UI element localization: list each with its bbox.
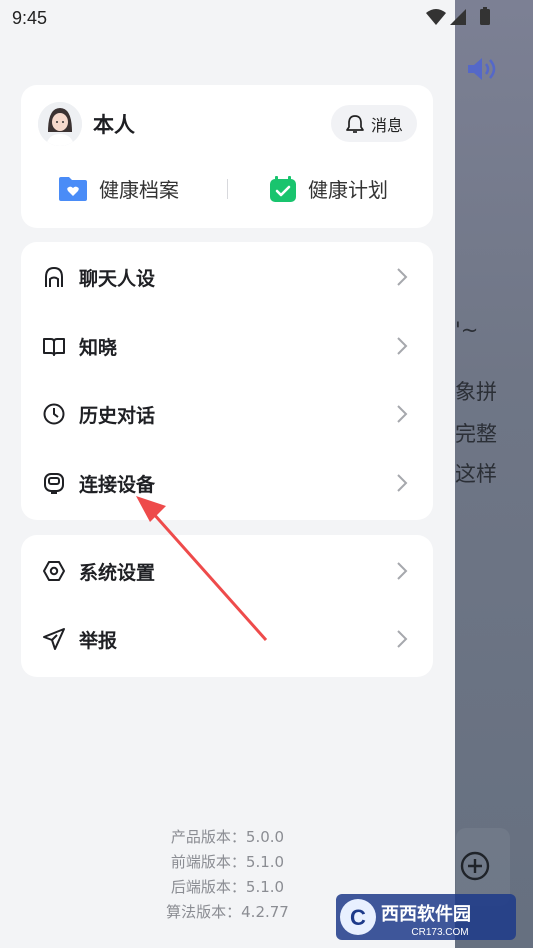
svg-text:西西软件园: 西西软件园: [381, 903, 471, 925]
signal-icon: [450, 9, 466, 25]
profile-card: 本人 消息 健康档案 健康计划: [21, 85, 433, 228]
plus-circle-icon[interactable]: [459, 850, 491, 882]
chevron-right-icon: [397, 474, 408, 492]
status-icons: [426, 7, 490, 25]
wifi-icon: [426, 9, 446, 25]
health-plan-icon: [270, 175, 296, 202]
menu-item-connect-device[interactable]: 连接设备: [21, 453, 433, 513]
svg-text:CR173.COM: CR173.COM: [411, 927, 468, 938]
bell-icon: [346, 114, 364, 133]
status-time: 9:45: [12, 8, 48, 28]
device-icon: [44, 473, 64, 494]
settings-icon: [43, 561, 65, 581]
background-text-line: '~: [455, 318, 479, 342]
menu-item-report[interactable]: 举报: [21, 609, 433, 669]
profile-name[interactable]: 本人: [93, 109, 135, 139]
product-version: 产品版本：5.0.0: [170, 828, 285, 846]
divider: [227, 179, 228, 199]
menu-label: 聊天人设: [79, 268, 156, 290]
menu-item-system-settings[interactable]: 系统设置: [21, 541, 433, 601]
chevron-right-icon: [397, 405, 408, 423]
health-plan-link[interactable]: 健康计划: [268, 174, 388, 203]
message-button[interactable]: 消息: [331, 105, 417, 142]
book-icon: [43, 338, 65, 356]
menu-label: 连接设备: [79, 474, 156, 496]
chevron-right-icon: [397, 562, 408, 580]
menu-card-primary: 聊天人设 知晓 历史对话 连接设备: [21, 242, 433, 520]
chevron-right-icon: [397, 630, 408, 648]
report-send-icon: [43, 628, 65, 650]
health-record-label: 健康档案: [99, 178, 179, 202]
menu-item-chat-persona[interactable]: 聊天人设: [21, 247, 433, 307]
menu-item-history[interactable]: 历史对话: [21, 384, 433, 444]
chevron-right-icon: [397, 337, 408, 355]
watermark-logo: C 西西软件园 CR173.COM: [336, 894, 516, 940]
avatar[interactable]: [38, 102, 82, 146]
health-plan-label: 健康计划: [308, 178, 388, 202]
menu-item-zhixiao[interactable]: 知晓: [21, 316, 433, 376]
chevron-right-icon: [397, 268, 408, 286]
menu-label: 历史对话: [79, 405, 156, 427]
speaker-icon[interactable]: [466, 56, 498, 82]
persona-icon: [45, 266, 63, 287]
menu-card-secondary: 系统设置 举报: [21, 535, 433, 677]
history-clock-icon: [43, 403, 65, 425]
message-label: 消息: [370, 115, 403, 135]
background-text-line: 象拼: [455, 380, 497, 404]
menu-label: 系统设置: [79, 562, 156, 584]
background-text-line: 完整: [455, 422, 497, 446]
battery-icon: [480, 9, 490, 25]
frontend-version: 前端版本：5.1.0: [170, 853, 285, 871]
background-text-line: 这样: [455, 462, 497, 486]
health-record-icon: [59, 176, 87, 201]
svg-text:C: C: [350, 905, 366, 930]
menu-label: 知晓: [79, 337, 118, 359]
health-record-link[interactable]: 健康档案: [57, 174, 179, 203]
menu-label: 举报: [79, 630, 118, 652]
